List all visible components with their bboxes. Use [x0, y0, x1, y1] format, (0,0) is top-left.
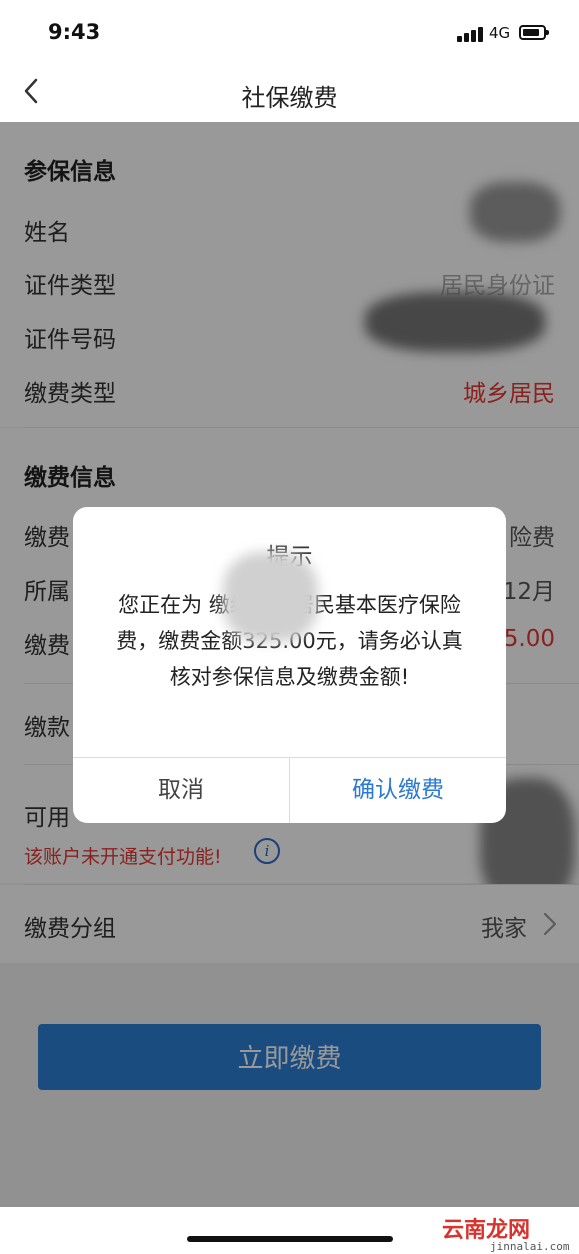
redaction-scribble [223, 552, 318, 642]
home-indicator[interactable] [187, 1236, 393, 1242]
status-time: 9:43 [48, 20, 101, 44]
network-type: 4G [489, 24, 511, 42]
confirm-dialog: 提示 您正在为 缴纳城乡居民基本医疗保险费，缴费金额325.00元，请务必认真核… [73, 507, 506, 823]
signal-icon [457, 26, 485, 42]
page-title: 社保缴费 [241, 84, 338, 112]
cancel-button[interactable]: 取消 [73, 758, 289, 823]
nav-bar: 社保缴费 [0, 64, 579, 122]
confirm-payment-button[interactable]: 确认缴费 [290, 758, 506, 823]
battery-icon [519, 25, 549, 40]
status-bar: 9:43 4G [0, 0, 579, 64]
watermark-url: jinnalai.com [490, 1240, 570, 1253]
